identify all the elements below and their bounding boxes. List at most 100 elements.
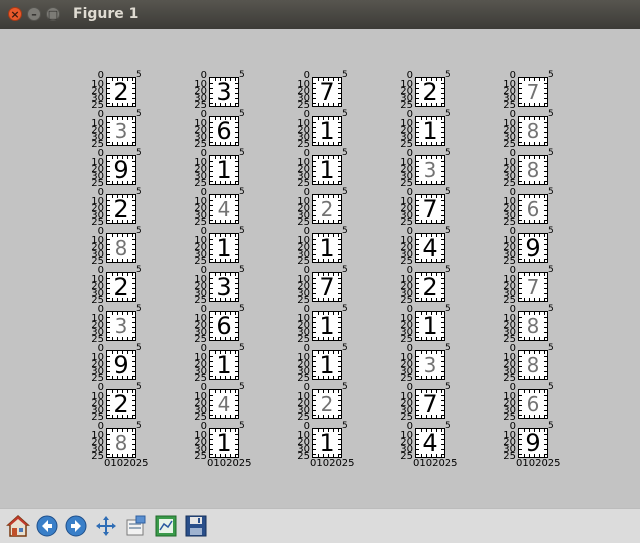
zoom-button[interactable]: [122, 512, 150, 540]
pan-button[interactable]: [92, 512, 120, 540]
image-axes: 2: [106, 194, 136, 224]
mnist-digit: 2: [422, 78, 438, 106]
image-axes: 1: [312, 428, 342, 458]
x-top-tick-label: 5: [136, 265, 142, 275]
mnist-digit: 7: [422, 390, 438, 418]
digit-subplot: 0 10 20 30 25 1 5: [391, 109, 511, 152]
x-top-tick-label: 5: [445, 343, 451, 353]
y-tick-label: 25: [400, 295, 413, 306]
y-tick-label: 25: [503, 256, 516, 267]
y-tick-label: 25: [91, 256, 104, 267]
digit-subplot: 0 10 20 30 25 4 5: [185, 187, 305, 230]
x-top-tick-label: 5: [445, 70, 451, 80]
forward-icon: [65, 515, 87, 537]
image-axes: 6: [209, 116, 239, 146]
y-tick-label: 25: [194, 139, 207, 150]
y-tick-label: 25: [503, 373, 516, 384]
digit-subplot: 0 10 20 30 25 2 5: [82, 187, 202, 230]
y-tick-label: 25: [91, 451, 104, 462]
x-top-tick-label: 5: [445, 109, 451, 119]
home-button[interactable]: [4, 512, 32, 540]
y-tick-labels: 0 10 20 30 25: [503, 227, 516, 267]
y-tick-labels: 0 10 20 30 25: [400, 305, 413, 345]
mnist-digit: 3: [423, 353, 437, 377]
mnist-digit: 8: [526, 314, 540, 338]
x-top-tick-label: 5: [136, 70, 142, 80]
x-top-tick-label: 5: [342, 304, 348, 314]
save-icon: [185, 515, 207, 537]
y-tick-label: 25: [297, 139, 310, 150]
y-tick-labels: 0 10 20 30 25: [297, 305, 310, 345]
y-tick-labels: 0 10 20 30 25: [194, 71, 207, 111]
y-tick-label: 25: [400, 178, 413, 189]
x-top-tick-label: 5: [239, 187, 245, 197]
figure-canvas[interactable]: 0 10 20 30 25 2 5 0 10 20 30 25 3 5 0 10 20 30 25 9 5 0 10 20 30…: [0, 29, 640, 508]
mnist-digit: 3: [216, 273, 232, 301]
y-tick-label: 25: [194, 100, 207, 111]
digit-subplot: 0 10 20 30 25 8 5: [494, 148, 614, 191]
y-tick-label: 25: [503, 139, 516, 150]
digit-subplot: 0 10 20 30 25 7 5: [288, 70, 408, 113]
home-icon: [6, 514, 30, 537]
mnist-digit: 1: [319, 117, 335, 145]
y-tick-label: 25: [503, 451, 516, 462]
digit-subplot: 0 10 20 30 25 3 5: [391, 148, 511, 191]
subplots-icon: [155, 515, 177, 537]
image-axes: 3: [106, 116, 136, 146]
x-tick-labels: 0102025: [207, 458, 252, 469]
mnist-digit: 1: [422, 117, 438, 145]
forward-button[interactable]: [62, 512, 90, 540]
y-tick-labels: 0 10 20 30 25: [503, 305, 516, 345]
x-top-tick-label: 5: [548, 421, 554, 431]
y-tick-labels: 0 10 20 30 25: [400, 227, 413, 267]
y-tick-label: 25: [91, 217, 104, 228]
subplots-button[interactable]: [152, 512, 180, 540]
y-tick-labels: 0 10 20 30 25: [297, 227, 310, 267]
image-axes: 1: [312, 155, 342, 185]
save-button[interactable]: [182, 512, 210, 540]
mnist-digit: 2: [113, 390, 129, 418]
image-axes: 1: [415, 311, 445, 341]
mnist-digit: 6: [216, 312, 232, 340]
y-tick-labels: 0 10 20 30 25: [194, 305, 207, 345]
mnist-digit: 6: [526, 197, 540, 221]
digit-subplot: 0 10 20 30 25 7 5: [494, 70, 614, 113]
digit-subplot: 0 10 20 30 25 8 5: [82, 226, 202, 269]
x-top-tick-label: 5: [548, 304, 554, 314]
x-top-tick-label: 5: [445, 226, 451, 236]
digit-subplot: 0 10 20 30 25 6 5: [185, 109, 305, 152]
y-tick-label: 25: [194, 217, 207, 228]
y-tick-labels: 0 10 20 30 25: [503, 188, 516, 228]
y-tick-labels: 0 10 20 30 25: [91, 227, 104, 267]
image-axes: 9: [106, 155, 136, 185]
y-tick-labels: 0 10 20 30 25: [297, 71, 310, 111]
y-tick-label: 25: [400, 139, 413, 150]
pan-icon: [96, 516, 116, 536]
back-button[interactable]: [33, 512, 61, 540]
x-top-tick-label: 5: [548, 148, 554, 158]
image-axes: 9: [518, 233, 548, 263]
y-tick-labels: 0 10 20 30 25: [91, 422, 104, 462]
y-tick-label: 25: [400, 451, 413, 462]
y-tick-label: 25: [297, 178, 310, 189]
digit-subplot: 0 10 20 30 25 2 5: [288, 382, 408, 425]
image-axes: 1: [312, 116, 342, 146]
maximize-button[interactable]: □: [46, 7, 60, 21]
x-top-tick-label: 5: [342, 148, 348, 158]
x-top-tick-label: 5: [548, 226, 554, 236]
y-tick-labels: 0 10 20 30 25: [91, 266, 104, 306]
y-tick-labels: 0 10 20 30 25: [194, 227, 207, 267]
image-axes: 7: [312, 77, 342, 107]
close-button[interactable]: ×: [8, 7, 22, 21]
y-tick-labels: 0 10 20 30 25: [194, 266, 207, 306]
image-axes: 8: [518, 116, 548, 146]
digit-subplot: 0 10 20 30 25 4 5: [391, 226, 511, 269]
y-tick-label: 25: [400, 412, 413, 423]
y-tick-label: 25: [400, 373, 413, 384]
minimize-button[interactable]: –: [27, 7, 41, 21]
y-tick-labels: 0 10 20 30 25: [91, 344, 104, 384]
x-top-tick-label: 5: [342, 421, 348, 431]
image-axes: 2: [106, 389, 136, 419]
y-tick-labels: 0 10 20 30 25: [194, 188, 207, 228]
x-top-tick-label: 5: [548, 343, 554, 353]
